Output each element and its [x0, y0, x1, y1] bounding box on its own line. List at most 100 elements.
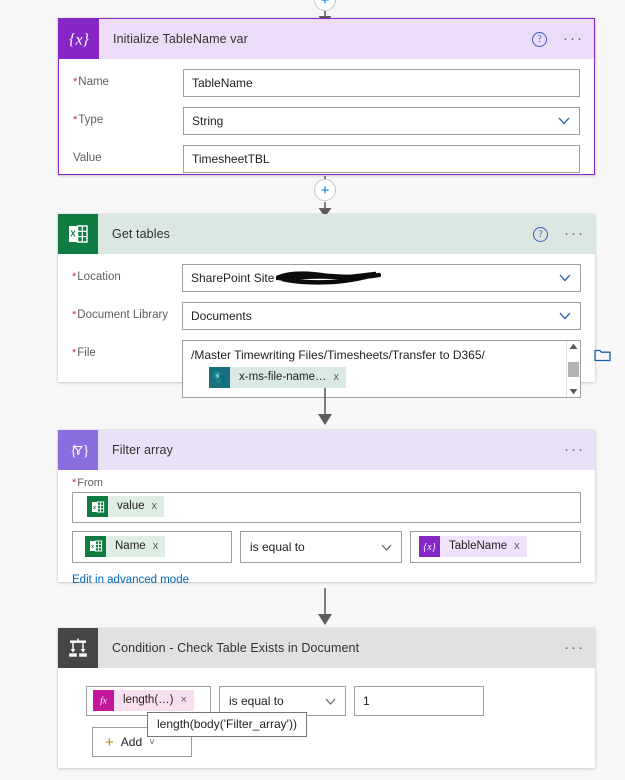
help-icon[interactable]: ?: [533, 226, 548, 242]
field-label-file: File: [72, 340, 182, 359]
excel-icon: x: [85, 535, 106, 557]
card-header: X Get tables ? ···: [58, 214, 595, 254]
insert-step-button-top[interactable]: +: [314, 0, 336, 11]
more-menu-icon[interactable]: ···: [564, 640, 585, 655]
svg-text:{x}: {x}: [69, 32, 90, 49]
name-input[interactable]: TableName: [183, 69, 580, 97]
field-row-name: Name TableName: [73, 69, 580, 97]
condition-value-input[interactable]: 1: [354, 686, 484, 716]
token-remove-icon[interactable]: x: [514, 536, 527, 557]
condition-operator-value: is equal to: [229, 694, 284, 708]
field-label-document-library: Document Library: [72, 302, 182, 321]
token-label: TableName: [449, 539, 508, 552]
token-remove-icon[interactable]: x: [153, 536, 166, 557]
card-body: Name TableName Type String: [59, 59, 594, 187]
filter-operator-value: is equal to: [250, 540, 305, 554]
card-title: Get tables: [112, 227, 170, 241]
action-card-initialize-variable[interactable]: {x} Initialize TableName var ? ··· Name …: [58, 18, 595, 175]
location-select-value: SharePoint Site: [191, 271, 275, 285]
token-name[interactable]: x Name x: [85, 535, 166, 557]
token-length-expression[interactable]: fx length(…) ×: [93, 689, 194, 711]
scroll-up-icon[interactable]: [569, 343, 578, 350]
document-library-value: Documents: [191, 309, 252, 323]
variable-braces-icon: {x}: [419, 535, 440, 557]
token-label: length(…): [123, 693, 174, 706]
card-header-actions: ···: [564, 430, 585, 470]
function-fx-icon: fx: [93, 689, 114, 711]
folder-icon: [594, 349, 611, 362]
variable-braces-icon: {x}: [59, 19, 99, 59]
filter-right-operand[interactable]: {x} TableName x: [410, 531, 581, 563]
chevron-down-icon: ˅: [149, 736, 155, 748]
token-remove-icon[interactable]: ×: [181, 690, 194, 711]
card-header: Condition - Check Table Exists in Docume…: [58, 628, 595, 668]
file-picker-scrollbar[interactable]: [566, 341, 580, 397]
redaction-scribble: [276, 270, 382, 286]
token-remove-icon[interactable]: x: [334, 367, 347, 388]
filter-braces-icon: { }: [58, 430, 98, 470]
field-row-file: File /Master Timewriting Files/Timesheet…: [72, 340, 611, 398]
field-label-name: Name: [73, 69, 183, 88]
token-remove-icon[interactable]: x: [152, 496, 165, 517]
card-header-actions: ? ···: [533, 214, 585, 254]
svg-text:{: {: [70, 443, 77, 459]
type-select[interactable]: String: [183, 107, 580, 135]
scroll-thumb[interactable]: [568, 361, 579, 377]
field-label-location: Location: [72, 264, 182, 283]
card-title: Initialize TableName var: [113, 32, 248, 46]
card-title: Filter array: [112, 443, 173, 457]
field-row-type: Type String: [73, 107, 580, 135]
svg-text:{x}: {x}: [423, 542, 435, 553]
excel-icon: x: [87, 496, 108, 517]
filter-left-operand[interactable]: x Name x: [72, 531, 232, 563]
token-label: Name: [115, 539, 146, 552]
more-menu-icon[interactable]: ···: [564, 442, 585, 457]
sharepoint-icon: s: [209, 367, 230, 388]
from-input[interactable]: x value x: [72, 492, 581, 523]
flow-canvas: + {x} Initialize TableName var ? ··· Nam…: [0, 0, 625, 780]
edit-advanced-mode-link[interactable]: Edit in advanced mode: [72, 574, 189, 586]
card-header-actions: ? ···: [532, 19, 584, 59]
plus-icon: +: [320, 0, 330, 9]
type-select-value: String: [192, 114, 224, 128]
card-body: From x value x: [58, 470, 595, 600]
token-file-name[interactable]: s x-ms-file-name… x: [209, 367, 347, 388]
document-library-select[interactable]: Documents: [182, 302, 581, 330]
action-card-get-tables[interactable]: X Get tables ? ··· Location SharePoint S…: [58, 214, 611, 398]
file-picker[interactable]: /Master Timewriting Files/Timesheets/Tra…: [182, 340, 581, 398]
token-label: value: [117, 500, 145, 512]
svg-text:}: }: [83, 443, 90, 459]
scroll-down-icon[interactable]: [569, 388, 578, 395]
card-title: Condition - Check Table Exists in Docume…: [112, 641, 360, 655]
svg-text:x: x: [91, 544, 94, 550]
svg-text:fx: fx: [100, 696, 108, 707]
value-input[interactable]: TimesheetTBL: [183, 145, 580, 173]
file-path-text: /Master Timewriting Files/Timesheets/Tra…: [191, 348, 485, 362]
add-button-label: Add: [120, 735, 143, 749]
field-label-type: Type: [73, 107, 183, 126]
svg-text:x: x: [93, 505, 96, 511]
filter-operator-select[interactable]: is equal to: [240, 531, 402, 563]
svg-text:X: X: [70, 230, 76, 239]
token-label: x-ms-file-name…: [239, 371, 327, 383]
card-header: { } Filter array ···: [58, 430, 595, 470]
action-card-filter-array[interactable]: { } Filter array ··· From x: [58, 430, 595, 586]
condition-value: 1: [363, 694, 370, 708]
field-row-value: Value TimesheetTBL: [73, 145, 580, 173]
more-menu-icon[interactable]: ···: [564, 226, 585, 241]
card-header-actions: ···: [564, 628, 585, 668]
location-select[interactable]: SharePoint Site: [182, 264, 581, 292]
condition-branch-icon: [58, 628, 98, 668]
browse-folder-button[interactable]: [594, 340, 611, 362]
name-input-value: TableName: [192, 76, 253, 90]
token-value[interactable]: x value x: [87, 496, 164, 517]
card-body: fx length(…) × is equal to 1 + Add ˅ len…: [58, 668, 595, 771]
more-menu-icon[interactable]: ···: [563, 31, 584, 46]
field-row-location: Location SharePoint Site: [72, 264, 581, 292]
file-picker-content: /Master Timewriting Files/Timesheets/Tra…: [183, 341, 566, 397]
expression-tooltip: length(body('Filter_array')): [147, 712, 307, 737]
field-label-from: From: [72, 477, 581, 492]
help-icon[interactable]: ?: [532, 31, 547, 47]
action-card-condition[interactable]: Condition - Check Table Exists in Docume…: [58, 628, 595, 768]
token-tablename[interactable]: {x} TableName x: [419, 535, 527, 557]
